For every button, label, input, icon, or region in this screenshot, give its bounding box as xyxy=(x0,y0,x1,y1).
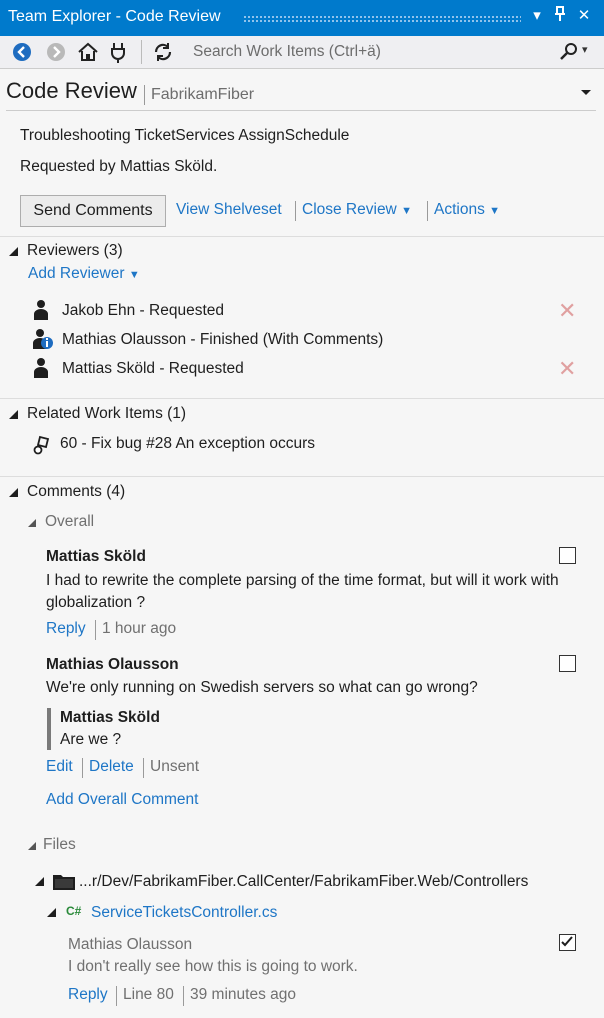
actions-label: Actions xyxy=(434,201,485,218)
person-icon xyxy=(32,357,50,384)
home-icon[interactable] xyxy=(76,40,100,64)
comment-time: 1 hour ago xyxy=(102,620,177,637)
search-placeholder: Search Work Items (Ctrl+ä) xyxy=(193,43,381,60)
reviewers-heading[interactable]: Reviewers (3) xyxy=(27,242,123,260)
comments-heading[interactable]: Comments (4) xyxy=(27,483,125,501)
files-label[interactable]: Files xyxy=(43,836,76,854)
csharp-file-icon: C# xyxy=(66,904,82,918)
window-menu-icon[interactable]: ▾ xyxy=(527,6,547,26)
collapse-work-items-icon[interactable] xyxy=(9,410,18,419)
link-separator xyxy=(116,986,117,1006)
comment-text: We're only running on Swedish servers so… xyxy=(46,679,478,696)
resolved-checkbox[interactable] xyxy=(559,934,576,951)
person-icon xyxy=(32,299,50,326)
reply-text: Are we ? xyxy=(60,731,122,748)
toolbar: Search Work Items (Ctrl+ä) ▾ xyxy=(0,36,604,69)
reviewer-item: Mattias Sköld - Requested xyxy=(62,360,244,377)
comment-author: Mattias Sköld xyxy=(46,548,146,565)
view-shelveset-link[interactable]: View Shelveset xyxy=(176,201,282,219)
close-review-label: Close Review xyxy=(302,201,397,218)
link-separator xyxy=(295,201,296,221)
chevron-down-icon: ▼ xyxy=(401,205,412,217)
collapse-reviewers-icon[interactable] xyxy=(9,247,18,256)
link-separator xyxy=(143,758,144,778)
connect-icon[interactable] xyxy=(106,40,130,64)
reply-link[interactable]: Reply xyxy=(46,620,86,638)
chevron-down-icon: ▼ xyxy=(489,205,501,217)
review-name: Troubleshooting TicketServices AssignSch… xyxy=(20,127,350,144)
file-comment-text: I don't really see how this is going to … xyxy=(68,958,358,975)
folder-path[interactable]: ...r/Dev/FabrikamFiber.CallCenter/Fabrik… xyxy=(79,873,528,891)
forward-icon[interactable] xyxy=(44,40,68,64)
title-grip[interactable] xyxy=(243,15,521,22)
refresh-icon[interactable] xyxy=(151,40,175,64)
link-separator xyxy=(183,986,184,1006)
title-bar: Team Explorer - Code Review ▾ ✕ xyxy=(0,0,604,36)
overall-label[interactable]: Overall xyxy=(45,513,94,531)
divider xyxy=(0,398,604,399)
file-link[interactable]: ServiceTicketsController.cs xyxy=(91,904,277,922)
reply-quote-bar xyxy=(47,708,51,750)
collapse-comments-icon[interactable] xyxy=(9,488,18,497)
link-separator xyxy=(95,620,96,640)
requested-by: Requested by Mattias Sköld. xyxy=(20,158,218,175)
send-comments-button[interactable]: Send Comments xyxy=(20,195,166,227)
work-item-link[interactable]: 60 - Fix bug #28 An exception occurs xyxy=(60,435,315,453)
search-work-items-input[interactable]: Search Work Items (Ctrl+ä) ▾ xyxy=(186,39,596,65)
project-name: FabrikamFiber xyxy=(151,86,255,103)
reply-link[interactable]: Reply xyxy=(68,986,108,1004)
header-separator xyxy=(144,85,145,105)
collapse-folder-icon[interactable] xyxy=(35,877,44,886)
actions-link[interactable]: Actions ▼ xyxy=(434,201,500,219)
file-comment-author: Mathias Olausson xyxy=(68,936,193,953)
link-separator xyxy=(427,201,428,221)
page-dropdown-icon[interactable] xyxy=(580,86,592,100)
back-icon[interactable] xyxy=(10,40,34,64)
close-review-link[interactable]: Close Review ▼ xyxy=(302,201,412,219)
search-icon[interactable] xyxy=(558,41,580,68)
folder-icon xyxy=(52,871,76,896)
collapse-files-icon[interactable] xyxy=(28,842,36,850)
edit-link[interactable]: Edit xyxy=(46,758,73,776)
comment-time: 39 minutes ago xyxy=(190,986,296,1003)
resolve-checkbox[interactable] xyxy=(559,655,576,672)
search-dropdown-icon[interactable]: ▾ xyxy=(582,43,588,56)
delete-link[interactable]: Delete xyxy=(89,758,134,776)
person-info-icon xyxy=(32,328,54,355)
link-separator xyxy=(82,758,83,778)
collapse-overall-icon[interactable] xyxy=(28,519,36,527)
page-header: Code Review FabrikamFiber xyxy=(6,78,596,111)
collapse-file-icon[interactable] xyxy=(47,908,56,917)
add-overall-comment-link[interactable]: Add Overall Comment xyxy=(46,791,198,809)
reviewer-item: Mathias Olausson - Finished (With Commen… xyxy=(62,331,384,348)
window-title: Team Explorer - Code Review xyxy=(8,8,221,25)
add-reviewer-link[interactable]: Add Reviewer ▼ xyxy=(28,265,140,283)
remove-reviewer-icon[interactable]: ✕ xyxy=(558,358,576,380)
add-reviewer-label: Add Reviewer xyxy=(28,265,125,282)
work-item-icon xyxy=(32,433,54,460)
line-number: Line 80 xyxy=(123,986,174,1003)
divider xyxy=(0,476,604,477)
reviewer-item: Jakob Ehn - Requested xyxy=(62,302,224,319)
pin-icon[interactable] xyxy=(550,6,570,26)
work-items-heading[interactable]: Related Work Items (1) xyxy=(27,405,186,423)
comment-text: I had to rewrite the complete parsing of… xyxy=(46,572,559,611)
chevron-down-icon: ▼ xyxy=(128,269,140,281)
resolve-checkbox[interactable] xyxy=(559,547,576,564)
unsent-status: Unsent xyxy=(150,758,200,775)
comment-author: Mathias Olausson xyxy=(46,656,179,673)
page-title: Code Review xyxy=(6,78,137,103)
remove-reviewer-icon[interactable]: ✕ xyxy=(558,300,576,322)
toolbar-divider xyxy=(141,40,142,64)
divider xyxy=(0,236,604,237)
close-icon[interactable]: ✕ xyxy=(574,6,594,26)
reply-author: Mattias Sköld xyxy=(60,709,160,726)
